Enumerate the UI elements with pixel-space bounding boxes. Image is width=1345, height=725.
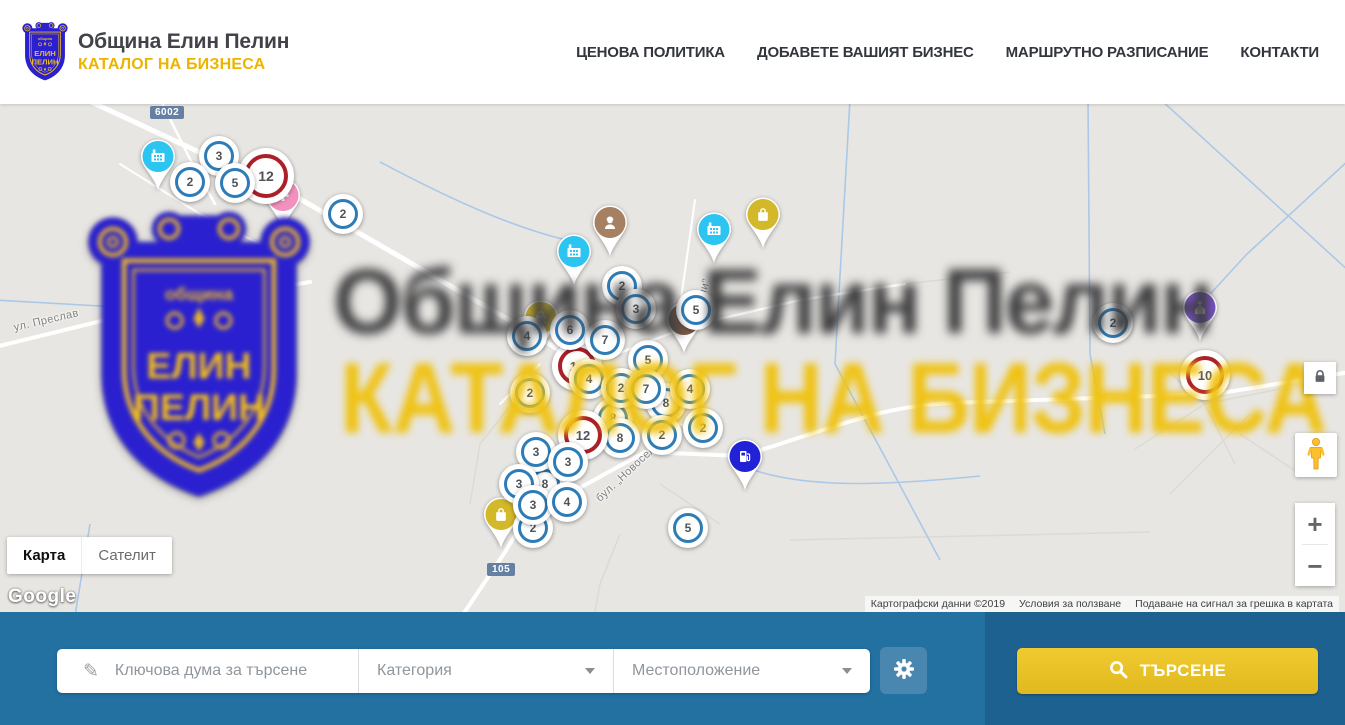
cluster-marker[interactable]: 10 [1180, 350, 1230, 400]
pin-marker[interactable] [692, 209, 736, 265]
cluster-marker[interactable]: 7 [626, 369, 666, 409]
chevron-down-icon [842, 668, 852, 674]
pin-marker[interactable] [552, 231, 596, 287]
cluster-marker[interactable]: 5 [668, 508, 708, 548]
header: община ЕЛИН ПЕЛИН Община Елин Пелин КАТА… [0, 0, 1345, 104]
road-number-label: 105 [487, 563, 515, 576]
cluster-marker[interactable]: 5 [215, 163, 255, 203]
cluster-count: 4 [675, 374, 705, 404]
map-canvas[interactable]: ул. Преславбул. „Новоселции" 6002105 [0, 104, 1345, 612]
page: община ЕЛИН ПЕЛИН Община Елин Пелин КАТА… [0, 0, 1345, 725]
cluster-marker[interactable]: 6 [550, 310, 590, 350]
map-attribution: Картографски данни ©2019 Условия за ползв… [865, 596, 1339, 612]
nav-item-3[interactable]: КОНТАКТИ [1240, 44, 1319, 61]
satellite-view-button[interactable]: Сателит [81, 537, 172, 574]
cluster-count: 3 [553, 447, 583, 477]
search-button[interactable]: ТЪРСЕНЕ [1017, 648, 1318, 694]
attribution-copyright: Картографски данни ©2019 [871, 598, 1005, 610]
pencil-icon: ✎ [83, 660, 99, 683]
svg-text:община: община [38, 37, 53, 41]
cluster-count: 2 [1098, 308, 1128, 338]
cluster-count: 2 [175, 167, 205, 197]
cluster-count: 4 [574, 364, 604, 394]
keyword-input[interactable] [113, 661, 358, 681]
gear-icon [892, 657, 916, 684]
cluster-marker[interactable]: 2 [642, 415, 682, 455]
pin-marker[interactable] [1178, 287, 1222, 343]
cluster-count: 3 [521, 437, 551, 467]
cluster-marker[interactable]: 2 [510, 373, 550, 413]
google-logo[interactable]: Google [8, 586, 76, 608]
cluster-count: 2 [328, 199, 358, 229]
attribution-link[interactable]: Подаване на сигнал за грешка в картата [1135, 598, 1333, 610]
category-select[interactable]: Категория [358, 649, 613, 693]
category-select-label: Категория [377, 662, 452, 680]
lock-icon [1313, 369, 1327, 387]
cluster-count: 8 [605, 423, 635, 453]
cluster-count: 4 [552, 487, 582, 517]
cluster-marker[interactable]: 3 [548, 442, 588, 482]
zoom-in-button[interactable]: + [1295, 503, 1335, 544]
map-view-button[interactable]: Карта [7, 537, 81, 574]
brand-text: Община Елин Пелин КАТАЛОГ НА БИЗНЕСА [78, 30, 289, 74]
cluster-marker[interactable]: 2 [170, 162, 210, 202]
cluster-marker[interactable]: 3 [616, 289, 656, 329]
search-button-label: ТЪРСЕНЕ [1140, 661, 1227, 681]
cluster-count: 2 [688, 413, 718, 443]
advanced-settings-button[interactable] [880, 647, 927, 694]
location-select[interactable]: Местоположение [613, 649, 870, 693]
municipality-emblem-icon: община ЕЛИН ПЕЛИН [22, 21, 68, 83]
cluster-count: 3 [518, 490, 548, 520]
cluster-marker[interactable]: 4 [547, 482, 587, 522]
cluster-count: 7 [590, 325, 620, 355]
attribution-link[interactable]: Условия за ползване [1019, 598, 1121, 610]
chevron-down-icon [585, 668, 595, 674]
map-type-control: Карта Сателит [7, 537, 172, 574]
search-bar: ✎ Категория Местоположение ТЪРСЕНЕ [0, 612, 1345, 725]
zoom-out-button[interactable]: − [1295, 545, 1335, 586]
cluster-count: 4 [512, 321, 542, 351]
nav-item-2[interactable]: МАРШРУТНО РАЗПИСАНИЕ [1006, 44, 1209, 61]
cluster-marker[interactable]: 7 [585, 320, 625, 360]
pin-marker[interactable] [741, 194, 785, 250]
main-nav: ЦЕНОВА ПОЛИТИКА ДОБАВЕТЕ ВАШИЯТ БИЗНЕС МАР… [576, 44, 1319, 61]
site-subtitle: КАТАЛОГ НА БИЗНЕСА [78, 56, 289, 74]
location-select-label: Местоположение [632, 662, 760, 680]
cluster-count: 2 [647, 420, 677, 450]
cluster-count: 2 [515, 378, 545, 408]
cluster-count: 10 [1186, 356, 1224, 394]
cluster-count: 6 [555, 315, 585, 345]
svg-text:ПЕЛИН: ПЕЛИН [31, 58, 58, 67]
cluster-count: 5 [220, 168, 250, 198]
zoom-control: + − [1295, 503, 1335, 586]
cluster-count: 3 [621, 294, 651, 324]
cluster-count: 5 [681, 295, 711, 325]
svg-text:ЕЛИН: ЕЛИН [34, 49, 56, 58]
site-title: Община Елин Пелин [78, 30, 289, 54]
site-logo[interactable]: община ЕЛИН ПЕЛИН Община Елин Пелин КАТА… [22, 21, 289, 83]
lock-button[interactable] [1304, 362, 1336, 394]
pegman-icon [1306, 437, 1326, 474]
keyword-field[interactable]: ✎ [57, 649, 358, 693]
pin-marker[interactable] [723, 436, 767, 492]
nav-item-0[interactable]: ЦЕНОВА ПОЛИТИКА [576, 44, 725, 61]
cluster-marker[interactable]: 2 [683, 408, 723, 448]
cluster-count: 5 [673, 513, 703, 543]
cluster-marker[interactable]: 4 [507, 316, 547, 356]
cluster-count: 7 [631, 374, 661, 404]
road-number-label: 6002 [150, 106, 184, 119]
search-fields-group: ✎ Категория Местоположение [57, 649, 870, 693]
pegman-button[interactable] [1295, 433, 1337, 477]
cluster-marker[interactable]: 5 [676, 290, 716, 330]
cluster-marker[interactable]: 4 [670, 369, 710, 409]
nav-item-1[interactable]: ДОБАВЕТЕ ВАШИЯТ БИЗНЕС [757, 44, 974, 61]
cluster-marker[interactable]: 2 [1093, 303, 1133, 343]
search-icon [1109, 660, 1128, 682]
cluster-marker[interactable]: 2 [323, 194, 363, 234]
